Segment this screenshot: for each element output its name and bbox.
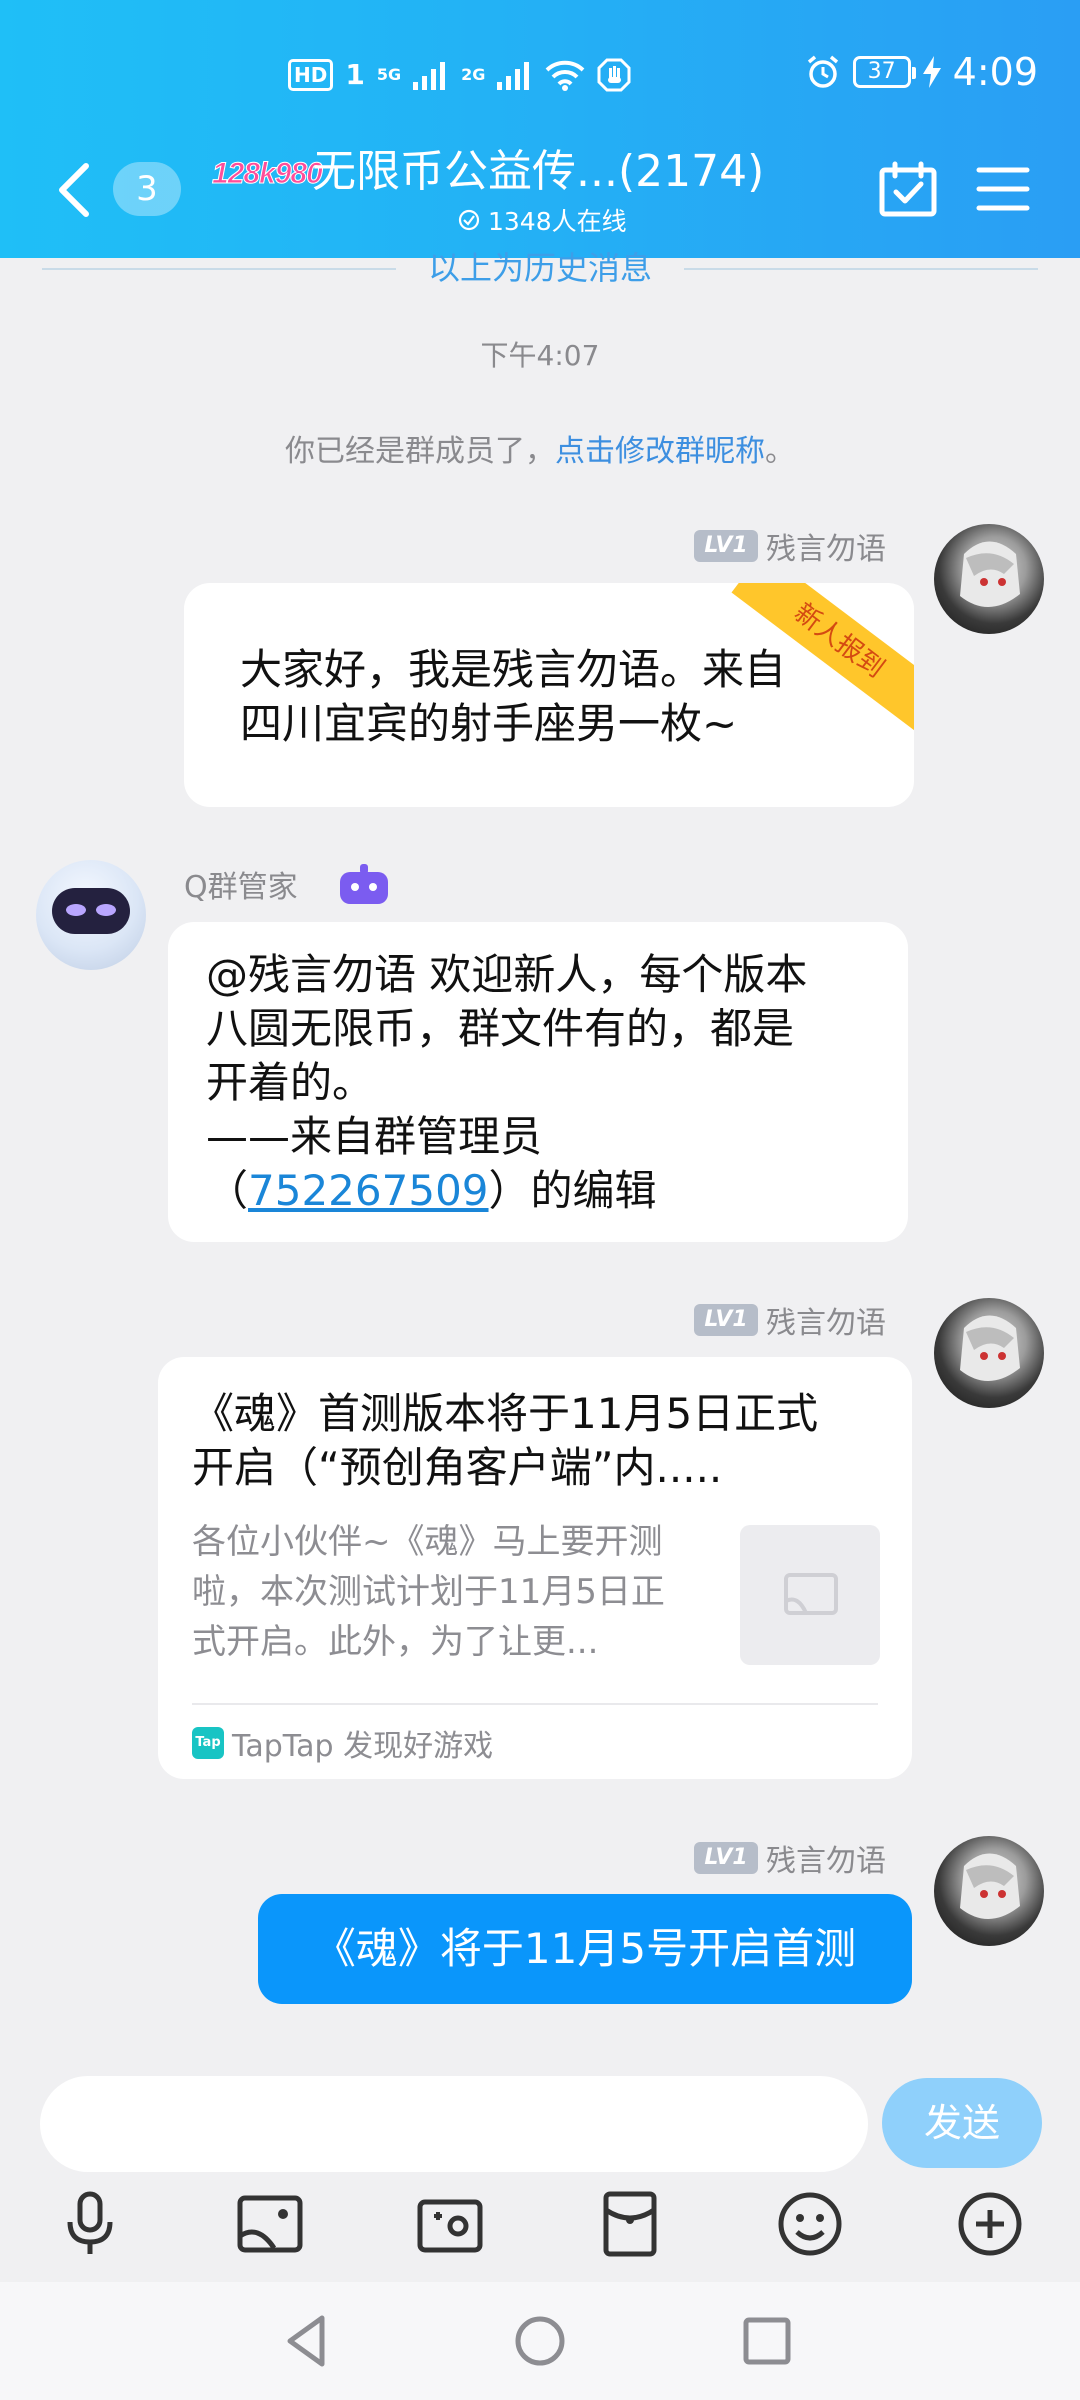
message-input[interactable] xyxy=(40,2076,868,2172)
message-bubble[interactable]: 新人报到 大家好，我是残言勿语。来自 四川宜宾的射手座男一枚~ xyxy=(184,583,914,807)
system-notice-text: 你已经是群成员了， xyxy=(285,434,555,469)
card-desc-line: 啦，本次测试计划于11月5日正 xyxy=(192,1572,665,1612)
network-type-1: 5G xyxy=(376,65,402,84)
chat-header: HD 1 5G 2G 37 4:09 3 128k980 无限币公益传...(2… xyxy=(0,0,1080,258)
battery-icon: 37 xyxy=(852,56,916,88)
admin-qq-link[interactable]: 752267509 xyxy=(248,1166,489,1215)
alarm-icon xyxy=(807,55,838,88)
message-bubble[interactable]: @残言勿语 欢迎新人，每个版本 八圆无限币，群文件有的，都是 开着的。 ——来自… xyxy=(168,922,908,1242)
menu-icon[interactable] xyxy=(976,164,1030,214)
message-text-line: @残言勿语 欢迎新人，每个版本 xyxy=(206,950,808,999)
card-title-line: 《魂》首测版本将于11月5日正式 xyxy=(192,1389,819,1438)
send-button[interactable]: 发送 xyxy=(882,2078,1042,2168)
message-text-line: 开着的。 xyxy=(206,1058,375,1107)
calendar-check-icon[interactable] xyxy=(878,160,938,220)
wifi-icon xyxy=(545,60,585,91)
card-source-label: TapTap 发现好游戏 xyxy=(232,1729,494,1764)
status-bar: HD 1 5G 2G 37 4:09 xyxy=(0,50,1080,110)
bot-avatar-art xyxy=(52,888,130,934)
card-thumbnail xyxy=(740,1525,880,1665)
sender-info: Q群管家 xyxy=(184,862,392,906)
back-arrow-icon[interactable] xyxy=(56,162,92,218)
level-badge: LV1 xyxy=(694,530,758,562)
message-text-line: 大家好，我是残言勿语。来自 xyxy=(240,645,787,694)
nav-home-icon[interactable] xyxy=(505,2306,575,2376)
sender-info: LV1 残言勿语 xyxy=(694,1298,886,1342)
microphone-icon[interactable] xyxy=(50,2184,130,2264)
card-source: Tap TapTap 发现好游戏 xyxy=(192,1721,493,1765)
system-notice-suffix: 。 xyxy=(765,434,795,469)
message-timestamp: 下午4:07 xyxy=(480,339,600,372)
online-status[interactable]: 1348人在线 xyxy=(458,202,627,238)
message-text-line: 四川宜宾的射手座男一枚~ xyxy=(240,699,738,748)
card-divider xyxy=(192,1703,878,1705)
check-circle-icon xyxy=(458,209,480,231)
sender-info: LV1 残言勿语 xyxy=(694,524,886,568)
signal-icon xyxy=(413,62,446,90)
card-desc-line: 各位小伙伴~《魂》马上要开测 xyxy=(192,1522,663,1562)
input-toolbar xyxy=(0,2184,1080,2284)
nav-back-icon[interactable] xyxy=(272,2306,342,2376)
sender-name: 残言勿语 xyxy=(766,1306,886,1341)
card-description: 各位小伙伴~《魂》马上要开测 啦，本次测试计划于11月5日正 式开启。此外，为了… xyxy=(192,1517,722,1667)
card-title: 《魂》首测版本将于11月5日正式 开启（“预创角客户端”内..... xyxy=(192,1387,832,1495)
plus-icon[interactable] xyxy=(950,2184,1030,2264)
online-count-label: 1348人在线 xyxy=(488,207,627,236)
message-text-line: （752267509）的编辑 xyxy=(206,1164,807,1218)
user-avatar[interactable] xyxy=(934,524,1044,634)
group-title[interactable]: 无限币公益传...(2174) xyxy=(312,142,764,202)
image-placeholder-icon xyxy=(784,1573,838,1615)
sender-name: Q群管家 xyxy=(184,870,298,905)
nav-recents-icon[interactable] xyxy=(732,2306,802,2376)
message-text-line: ——来自群管理员 xyxy=(206,1112,543,1161)
sender-info: LV1 残言勿语 xyxy=(694,1836,886,1880)
camera-icon[interactable] xyxy=(410,2184,490,2264)
chat-screen: HD 1 5G 2G 37 4:09 3 128k980 无限币公益传...(2… xyxy=(0,0,1080,2400)
paren-open: （ xyxy=(206,1166,249,1215)
unread-count-badge[interactable]: 3 xyxy=(113,162,181,216)
status-time: 4:09 xyxy=(952,50,1038,94)
level-badge: LV1 xyxy=(694,1304,758,1336)
sender-name: 残言勿语 xyxy=(766,532,886,567)
card-desc-line: 式开启。此外，为了让更... xyxy=(192,1622,599,1662)
user-avatar-art xyxy=(960,541,1020,608)
user-avatar-art xyxy=(960,1853,1020,1920)
system-notice: 你已经是群成员了，点击修改群昵称。 xyxy=(0,426,1080,470)
card-title-line: 开启（“预创角客户端”内..... xyxy=(192,1443,723,1492)
taptap-logo-icon: Tap xyxy=(192,1727,224,1759)
message-text-line: 八圆无限币，群文件有的，都是 xyxy=(206,1004,795,1053)
network-type-2: 2G xyxy=(461,65,486,84)
status-left: HD 1 5G 2G xyxy=(288,58,631,92)
system-nav-bar xyxy=(0,2282,1080,2400)
group-logo: 128k980 xyxy=(212,157,324,191)
edit-nickname-link[interactable]: 点击修改群昵称 xyxy=(555,434,765,469)
message-bubble-sent[interactable]: 《魂》将于11月5号开启首测 xyxy=(258,1894,912,2004)
hd-badge: HD xyxy=(288,59,334,91)
bot-avatar[interactable] xyxy=(36,860,146,970)
hand-icon xyxy=(597,58,631,92)
user-avatar-art xyxy=(960,1315,1020,1382)
robot-icon xyxy=(339,864,388,904)
input-area: 发送 xyxy=(0,2056,1080,2286)
red-packet-icon[interactable] xyxy=(590,2184,670,2264)
user-avatar[interactable] xyxy=(934,1836,1044,1946)
emoji-icon[interactable] xyxy=(770,2184,850,2264)
link-card[interactable]: 《魂》首测版本将于11月5日正式 开启（“预创角客户端”内..... 各位小伙伴… xyxy=(158,1357,912,1779)
charging-icon xyxy=(922,56,941,88)
signal-icon xyxy=(497,62,530,90)
history-divider: 以上为历史消息 xyxy=(42,248,1038,288)
sender-name: 残言勿语 xyxy=(766,1844,886,1879)
sim-number: 1 xyxy=(345,58,365,91)
status-right: 37 4:09 xyxy=(805,50,1038,94)
level-badge: LV1 xyxy=(694,1842,758,1874)
history-divider-label: 以上为历史消息 xyxy=(427,249,652,287)
paren-close-text: ）的编辑 xyxy=(488,1166,657,1215)
image-icon[interactable] xyxy=(230,2184,310,2264)
user-avatar[interactable] xyxy=(934,1298,1044,1408)
